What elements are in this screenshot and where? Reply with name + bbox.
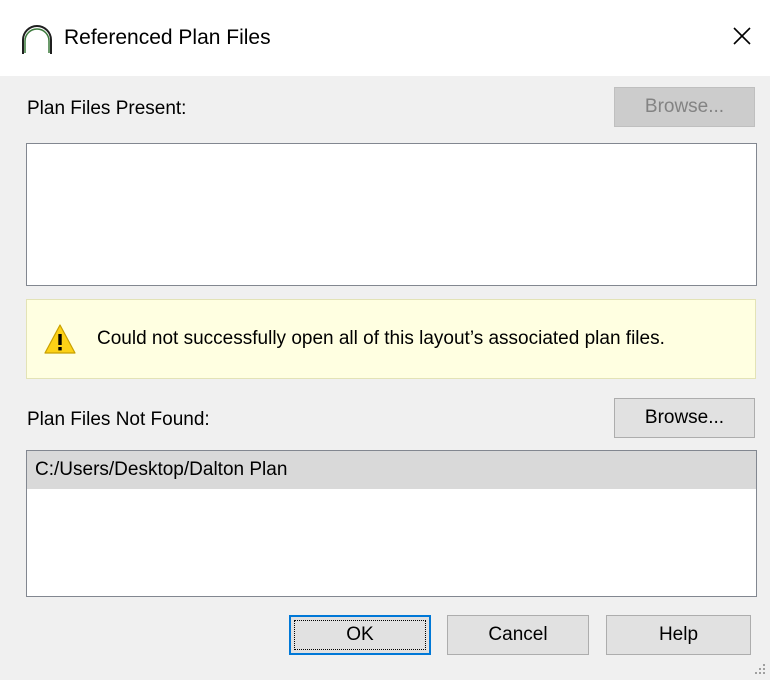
close-icon — [733, 27, 751, 45]
referenced-plan-files-dialog: Referenced Plan Files Plan Files Present… — [0, 0, 770, 680]
warning-icon — [44, 324, 76, 354]
resize-grip-icon[interactable] — [752, 662, 766, 676]
help-button[interactable]: Help — [606, 615, 751, 655]
plan-files-not-found-label: Plan Files Not Found: — [27, 409, 210, 430]
not-found-browse-button[interactable]: Browse... — [614, 398, 755, 438]
plan-files-present-label: Plan Files Present: — [27, 98, 187, 119]
close-button[interactable] — [718, 14, 766, 58]
warning-message: Could not successfully open all of this … — [97, 328, 665, 349]
present-browse-button[interactable]: Browse... — [614, 87, 755, 127]
ok-button[interactable]: OK — [289, 615, 431, 655]
title-bar[interactable]: Referenced Plan Files — [0, 0, 770, 76]
list-item[interactable]: C:/Users/Desktop/Dalton Plan — [27, 451, 756, 489]
cancel-button[interactable]: Cancel — [447, 615, 589, 655]
window-title: Referenced Plan Files — [64, 26, 271, 49]
warning-banner: Could not successfully open all of this … — [26, 299, 756, 379]
plan-files-present-list[interactable] — [26, 143, 757, 286]
arc-icon — [22, 25, 52, 54]
plan-files-not-found-list[interactable]: C:/Users/Desktop/Dalton Plan — [26, 450, 757, 597]
ok-button-label: OK — [346, 624, 374, 645]
